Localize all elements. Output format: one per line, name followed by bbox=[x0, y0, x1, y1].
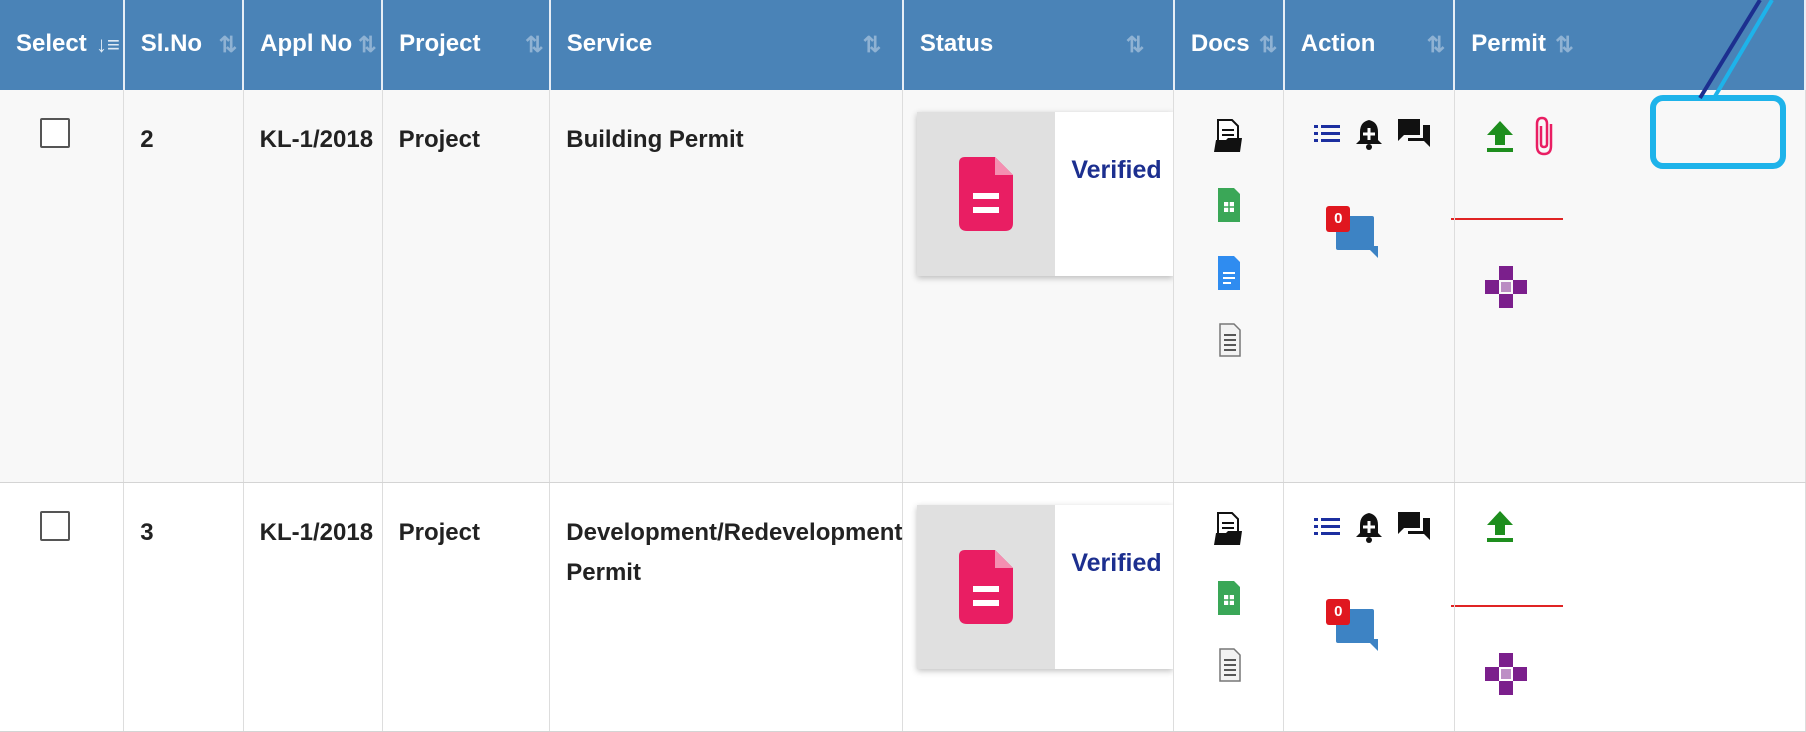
appl-no-cell: KL-1/2018 bbox=[259, 126, 374, 153]
message-count-badge: 0 bbox=[1326, 206, 1351, 232]
appl-no-cell: KL-1/2018 bbox=[259, 519, 374, 546]
comment-icon[interactable]: 0 bbox=[1326, 206, 1379, 258]
list-icon[interactable] bbox=[1314, 516, 1341, 538]
status-card[interactable]: Verified bbox=[917, 112, 1174, 276]
spreadsheet-icon[interactable] bbox=[1214, 579, 1244, 617]
document-icon bbox=[959, 157, 1014, 231]
folder-document-icon[interactable] bbox=[1213, 511, 1244, 549]
table-header-row: Select ↓≡ Sl.No ⇅ Appl No ⇅ Project ⇅ Servic… bbox=[0, 0, 1806, 90]
sl-no-cell: 3 bbox=[140, 519, 154, 546]
table-row: 2 KL-1/2018 Project Building Permit Veri… bbox=[0, 90, 1806, 483]
document-icon bbox=[959, 550, 1014, 624]
table-row: 3 KL-1/2018 Project Development/Redevelo… bbox=[0, 482, 1806, 732]
service-cell: Development/Redevelopment Permit bbox=[566, 519, 903, 586]
sort-icon[interactable]: ⇅ bbox=[219, 32, 237, 58]
chat-icon[interactable] bbox=[1398, 119, 1431, 149]
sort-icon[interactable]: ⇅ bbox=[1555, 32, 1573, 58]
comment-icon[interactable]: 0 bbox=[1326, 599, 1379, 651]
plain-document-icon[interactable] bbox=[1214, 647, 1244, 685]
sort-icon[interactable]: ↓≡ bbox=[96, 32, 120, 58]
divider-line bbox=[1450, 218, 1563, 220]
project-cell: Project bbox=[398, 126, 480, 153]
status-label: Verified bbox=[1055, 112, 1174, 276]
sort-icon[interactable]: ⇅ bbox=[358, 32, 376, 58]
col-header-project[interactable]: Project ⇅ bbox=[382, 0, 551, 90]
sort-icon[interactable]: ⇅ bbox=[1126, 32, 1144, 58]
project-cell: Project bbox=[398, 519, 480, 546]
sort-icon[interactable]: ⇅ bbox=[863, 32, 881, 58]
text-document-icon[interactable] bbox=[1214, 254, 1244, 292]
col-header-sl-no[interactable]: Sl.No ⇅ bbox=[123, 0, 245, 90]
row-select-checkbox[interactable] bbox=[40, 118, 70, 148]
status-card[interactable]: Verified bbox=[917, 505, 1174, 669]
sl-no-cell: 2 bbox=[140, 126, 154, 153]
applications-table: Select ↓≡ Sl.No ⇅ Appl No ⇅ Project ⇅ Servic… bbox=[0, 0, 1806, 732]
sort-icon[interactable]: ⇅ bbox=[1427, 32, 1445, 58]
chat-icon[interactable] bbox=[1398, 512, 1431, 542]
upload-icon[interactable] bbox=[1485, 509, 1515, 543]
spreadsheet-icon[interactable] bbox=[1214, 186, 1244, 224]
attachment-icon[interactable] bbox=[1533, 116, 1557, 156]
col-header-status[interactable]: Status ⇅ bbox=[902, 0, 1175, 90]
col-header-appl-no[interactable]: Appl No ⇅ bbox=[243, 0, 384, 90]
col-header-action[interactable]: Action ⇅ bbox=[1283, 0, 1456, 90]
folder-document-icon[interactable] bbox=[1213, 118, 1244, 156]
col-header-docs[interactable]: Docs ⇅ bbox=[1173, 0, 1285, 90]
col-header-service[interactable]: Service ⇅ bbox=[549, 0, 904, 90]
bell-add-icon[interactable] bbox=[1356, 511, 1383, 543]
service-cell: Building Permit bbox=[566, 126, 744, 153]
divider-line bbox=[1450, 605, 1563, 607]
sort-icon[interactable]: ⇅ bbox=[1259, 32, 1277, 58]
row-select-checkbox[interactable] bbox=[40, 511, 70, 541]
plain-document-icon[interactable] bbox=[1214, 322, 1244, 360]
upload-icon[interactable] bbox=[1485, 119, 1515, 153]
puzzle-icon[interactable] bbox=[1484, 653, 1527, 695]
list-icon[interactable] bbox=[1314, 123, 1341, 145]
col-header-permit[interactable]: Permit ⇅ bbox=[1454, 0, 1806, 90]
status-label: Verified bbox=[1055, 505, 1174, 669]
col-header-select[interactable]: Select ↓≡ bbox=[0, 0, 125, 90]
message-count-badge: 0 bbox=[1326, 599, 1351, 625]
sort-icon[interactable]: ⇅ bbox=[525, 32, 543, 58]
puzzle-icon[interactable] bbox=[1484, 266, 1527, 308]
bell-add-icon[interactable] bbox=[1356, 118, 1383, 150]
